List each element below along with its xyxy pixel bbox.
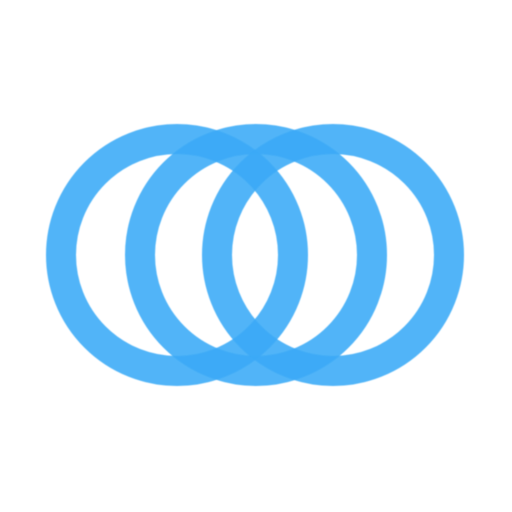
logo-canvas — [0, 0, 512, 512]
three-interlocking-rings-icon — [46, 124, 464, 386]
